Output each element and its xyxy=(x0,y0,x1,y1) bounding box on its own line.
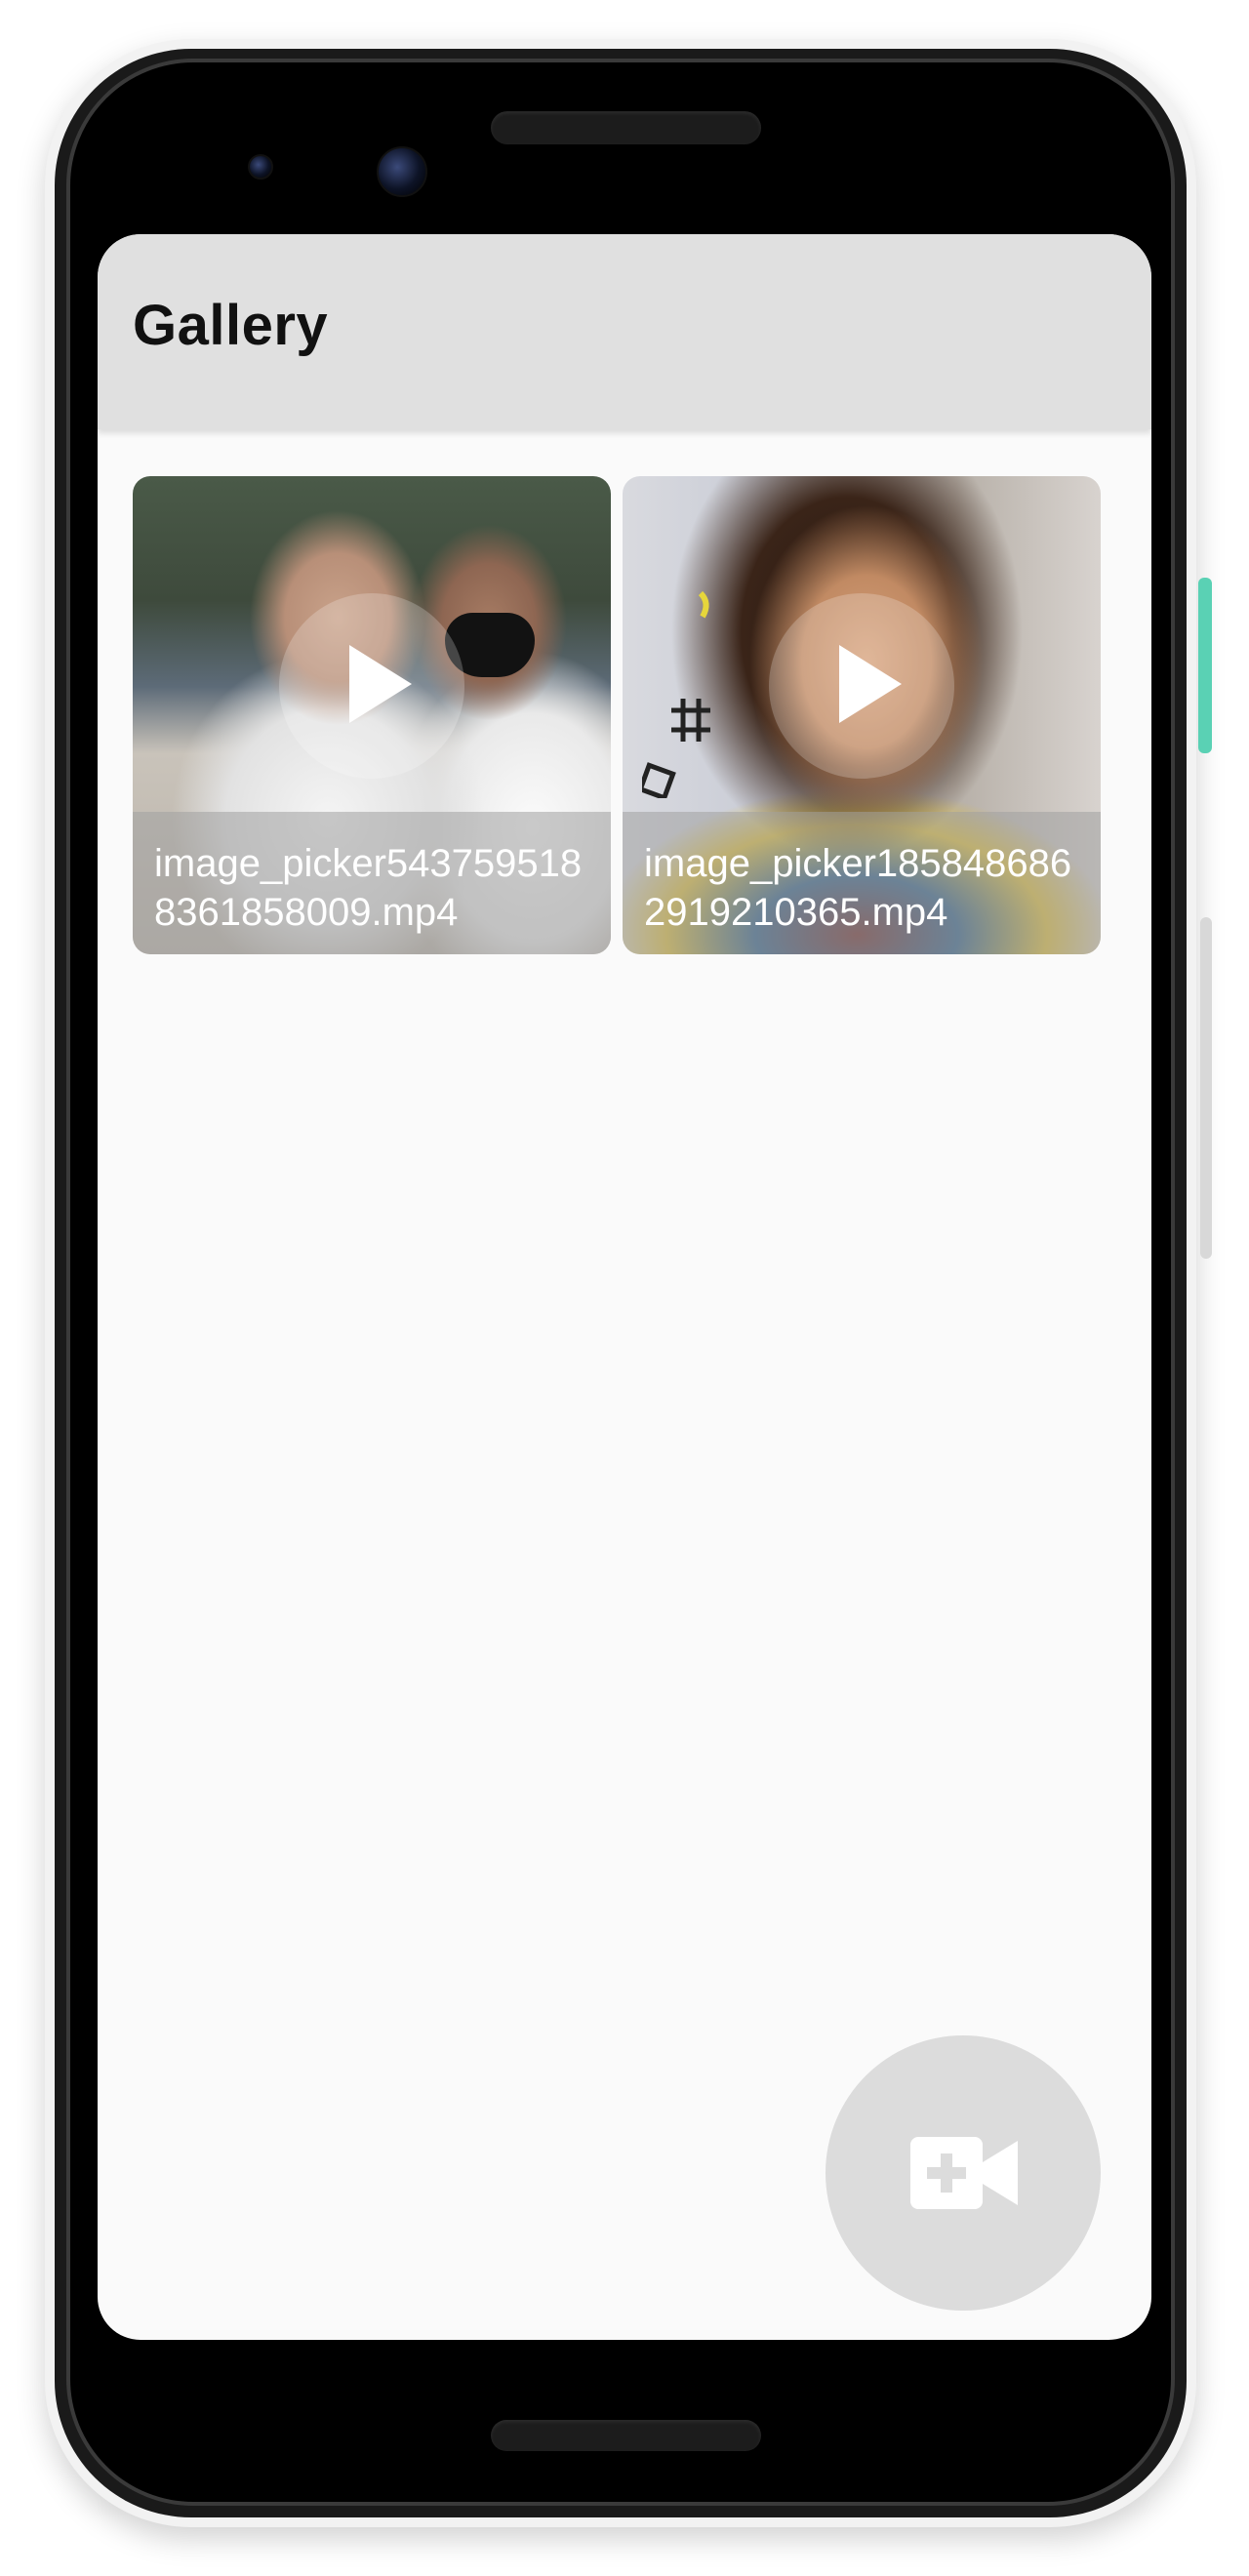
video-caption: image_picker1858486862919210365.mp4 xyxy=(623,812,1101,954)
play-icon xyxy=(839,645,902,723)
thumbnail-detail xyxy=(642,590,710,798)
bottom-speaker xyxy=(491,2420,761,2451)
add-video-button[interactable] xyxy=(826,2035,1101,2311)
video-tile[interactable]: image_picker5437595188361858009.mp4 xyxy=(133,476,611,954)
play-icon xyxy=(349,645,412,723)
video-file-name: image_picker1858486862919210365.mp4 xyxy=(644,842,1072,934)
app-bar: Gallery xyxy=(98,234,1151,429)
power-button xyxy=(1198,578,1212,753)
video-caption: image_picker5437595188361858009.mp4 xyxy=(133,812,611,954)
device-frame: Gallery image_picker5437595188361858009.… xyxy=(0,0,1249,2576)
page-title: Gallery xyxy=(133,294,329,357)
volume-button xyxy=(1200,917,1212,1259)
video-tile[interactable]: image_picker1858486862919210365.mp4 xyxy=(623,476,1101,954)
video-add-icon xyxy=(910,2137,1018,2209)
front-sensor xyxy=(248,154,273,180)
video-file-name: image_picker5437595188361858009.mp4 xyxy=(154,842,583,934)
front-camera xyxy=(377,146,427,197)
earpiece-speaker xyxy=(491,111,761,144)
app-screen: Gallery image_picker5437595188361858009.… xyxy=(98,234,1151,2340)
